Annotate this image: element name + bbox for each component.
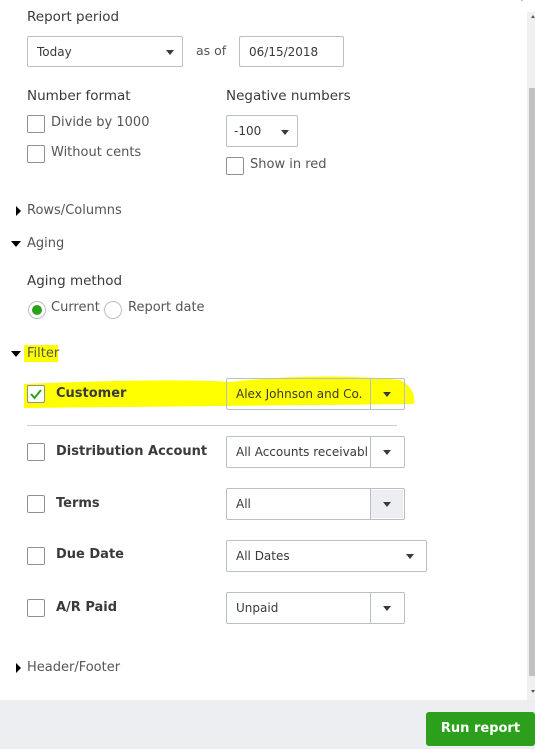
ar-paid-filter-value: Unpaid — [236, 601, 279, 615]
aging-method-label: Aging method — [27, 273, 123, 289]
chevron-down-icon — [406, 554, 414, 559]
customer-filter-dropdown[interactable]: Alex Johnson and Co. — [226, 378, 405, 410]
due-date-filter-checkbox[interactable] — [27, 547, 45, 565]
caret-down-icon — [11, 351, 21, 357]
filter-divider — [27, 425, 397, 426]
caret-down-icon — [11, 241, 21, 247]
due-date-filter-value: All Dates — [236, 549, 290, 563]
due-date-filter-dropdown[interactable]: All Dates — [226, 540, 427, 572]
aging-label: Aging — [27, 236, 65, 251]
chevron-down-icon — [166, 50, 174, 55]
scroll-up-arrow-icon[interactable] — [531, 15, 535, 18]
report-period-label: Report period — [27, 9, 120, 25]
as-of-date-value: 06/15/2018 — [249, 45, 319, 59]
divide-by-1000-label: Divide by 1000 — [51, 115, 150, 130]
terms-filter-value: All — [236, 497, 251, 511]
distribution-account-filter-checkbox[interactable] — [27, 443, 45, 461]
distribution-account-filter-value: All Accounts receivabl — [236, 445, 368, 459]
negative-numbers-label: Negative numbers — [226, 88, 351, 104]
aging-current-label: Current — [51, 300, 100, 315]
run-report-button[interactable]: Run report — [426, 712, 535, 746]
ar-paid-filter-label: A/R Paid — [56, 600, 118, 615]
ar-paid-filter-checkbox[interactable] — [27, 599, 45, 617]
distribution-account-filter-label: Distribution Account — [56, 444, 208, 459]
customer-filter-value: Alex Johnson and Co. — [236, 387, 363, 401]
ar-paid-filter-dropdown[interactable]: Unpaid — [226, 592, 405, 624]
chevron-down-icon — [383, 450, 391, 455]
check-icon — [30, 389, 42, 400]
due-date-filter-label: Due Date — [56, 547, 124, 562]
dropdown-separator — [370, 593, 371, 623]
distribution-account-filter-dropdown[interactable]: All Accounts receivabl — [226, 436, 405, 468]
without-cents-label: Without cents — [51, 145, 142, 160]
dropdown-separator — [370, 437, 371, 467]
negative-numbers-value: -100 — [234, 124, 262, 138]
aging-report-date-radio[interactable] — [103, 300, 123, 320]
show-in-red-checkbox[interactable] — [226, 157, 244, 175]
scrollbar-thumb[interactable] — [529, 88, 535, 676]
caret-right-icon — [16, 206, 21, 216]
header-footer-label: Header/Footer — [27, 660, 121, 675]
scroll-down-arrow-icon[interactable] — [531, 690, 535, 693]
terms-filter-checkbox[interactable] — [27, 495, 45, 513]
caret-right-icon — [16, 663, 21, 673]
close-icon[interactable] — [513, 0, 527, 6]
dropdown-separator — [370, 379, 371, 409]
terms-filter-label: Terms — [56, 496, 100, 511]
as-of-label: as of — [196, 43, 227, 58]
report-period-dropdown[interactable]: Today — [27, 36, 183, 67]
report-period-value: Today — [37, 45, 72, 59]
terms-filter-dropdown[interactable]: All — [226, 488, 405, 520]
customer-filter-checkbox[interactable] — [27, 385, 45, 403]
chevron-down-icon — [281, 130, 289, 135]
without-cents-checkbox[interactable] — [27, 145, 45, 163]
chevron-down-icon — [383, 392, 391, 397]
aging-report-date-label: Report date — [128, 300, 205, 315]
chevron-down-icon — [383, 502, 391, 507]
chevron-down-icon — [383, 606, 391, 611]
rows-columns-label: Rows/Columns — [27, 203, 122, 218]
negative-numbers-dropdown[interactable]: -100 — [226, 115, 298, 147]
show-in-red-label: Show in red — [250, 157, 327, 172]
customer-filter-label: Customer — [56, 386, 127, 401]
number-format-label: Number format — [27, 88, 131, 104]
divide-by-1000-checkbox[interactable] — [27, 115, 45, 133]
as-of-date-input[interactable]: 06/15/2018 — [239, 36, 344, 67]
aging-current-radio[interactable] — [27, 300, 47, 320]
dropdown-separator — [370, 489, 371, 519]
customize-report-panel: Report period Today as of 06/15/2018 Num… — [0, 0, 527, 700]
filter-label: Filter — [27, 346, 60, 361]
